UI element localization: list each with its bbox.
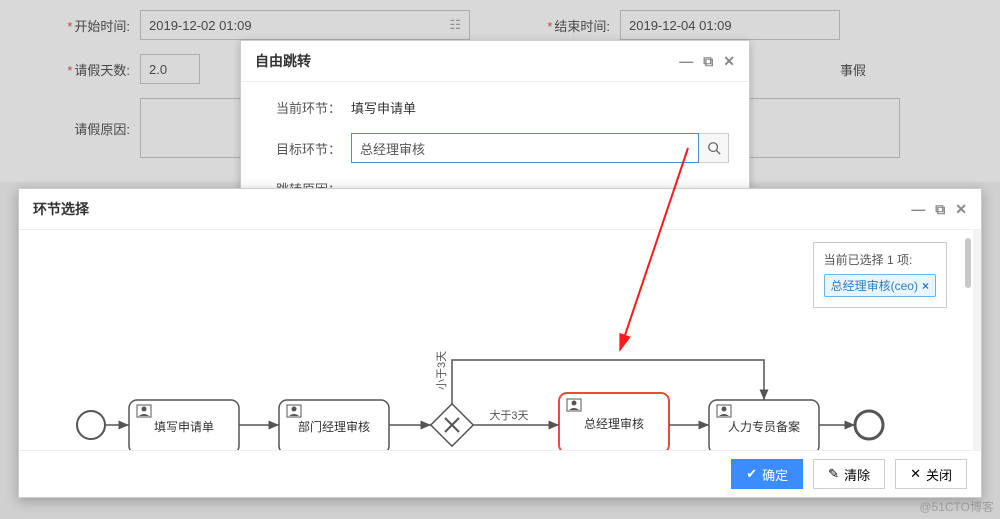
minimize-icon[interactable]: — — [679, 53, 693, 70]
dialog-title: 自由跳转 — [255, 51, 311, 71]
search-button[interactable] — [699, 133, 729, 163]
bpmn-gateway[interactable] — [431, 404, 473, 446]
target-step-label: 目标环节： — [261, 139, 341, 158]
current-step-value: 填写申请单 — [351, 98, 416, 117]
svg-text:填写申请单: 填写申请单 — [154, 420, 214, 434]
current-step-label: 当前环节： — [261, 98, 341, 117]
target-step-input[interactable]: 总经理审核 — [351, 133, 699, 163]
close-icon: ✕ — [910, 466, 921, 482]
bpmn-start-event[interactable] — [77, 411, 105, 439]
maximize-icon[interactable]: ⧉ — [935, 201, 945, 218]
svg-text:人力专员备案: 人力专员备案 — [728, 419, 800, 434]
svg-text:小于3天: 小于3天 — [435, 351, 448, 390]
minimize-icon[interactable]: — — [911, 201, 925, 218]
check-icon: ✔ — [746, 466, 757, 482]
svg-text:总经理审核: 总经理审核 — [584, 416, 644, 431]
clear-button[interactable]: ✎ 清除 — [813, 459, 885, 489]
confirm-button[interactable]: ✔ 确定 — [731, 459, 803, 489]
svg-text:大于3天: 大于3天 — [489, 408, 528, 422]
bpmn-task-dept-review[interactable]: 部门经理审核 — [279, 400, 389, 450]
dialog-title: 环节选择 — [33, 199, 89, 219]
eraser-icon: ✎ — [828, 466, 839, 482]
svg-text:部门经理审核: 部门经理审核 — [298, 419, 370, 434]
close-icon[interactable]: ✕ — [955, 201, 967, 218]
bpmn-canvas[interactable]: 填写申请单 部门经理审核 总经理审核 人 — [19, 230, 979, 450]
search-icon — [707, 141, 721, 155]
close-button[interactable]: ✕ 关闭 — [895, 459, 967, 489]
bpmn-task-ceo-review[interactable]: 总经理审核 — [559, 393, 669, 450]
maximize-icon[interactable]: ⧉ — [703, 53, 713, 70]
close-icon[interactable]: ✕ — [723, 53, 735, 70]
bpmn-end-event[interactable] — [855, 411, 883, 439]
node-select-dialog: 环节选择 — ⧉ ✕ 当前已选择 1 项: 总经理审核(ceo) × — [18, 188, 982, 498]
bpmn-task-fill-form[interactable]: 填写申请单 — [129, 400, 239, 450]
bpmn-task-hr-archive[interactable]: 人力专员备案 — [709, 400, 819, 450]
